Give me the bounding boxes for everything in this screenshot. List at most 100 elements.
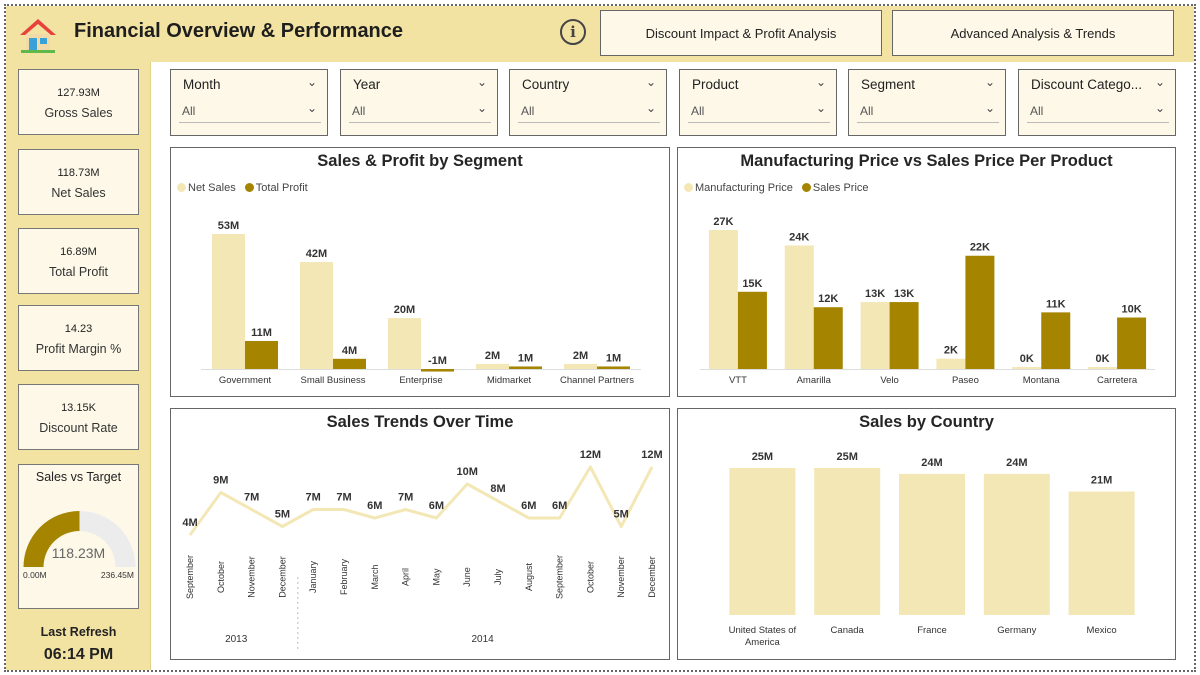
slicer-dropdown[interactable]: All ⌄ [179,99,321,123]
data-label: 7M [398,492,413,504]
bar-primary [1012,367,1042,369]
data-label: 42M [306,248,327,260]
category-label: Velo [880,375,899,386]
chevron-down-icon[interactable]: ⌄ [646,75,656,89]
chevron-down-icon[interactable]: ⌄ [307,75,317,89]
price-chart-panel: Manufacturing Price vs Sales Price Per P… [677,147,1176,397]
kpi-label: Profit Margin % [35,342,122,356]
slicer-dropdown[interactable]: All ⌄ [688,99,830,123]
data-label: 0K [1096,353,1110,365]
data-label: 4M [182,517,197,529]
segment-chart: 53M 11M Government 42M 4M Small Business 20M -1… [201,220,641,386]
kpi-value: 14.23 [64,323,93,335]
chevron-down-icon: ⌄ [984,101,995,115]
data-label: 5M [275,509,290,521]
month-label: November [616,556,626,598]
data-label: 6M [429,500,444,512]
bar-secondary [889,302,919,369]
slicer-selected: All [691,104,705,118]
data-label: 2M [485,350,500,362]
slicer-title: Year [353,77,381,92]
gauge-min: 0.00M [23,570,47,580]
trend-chart: 4M 9M 7M 5M 7M 7M 6M 7M 6M 10M 8M 6M 6M 12M 5M 12M Septe… [182,449,663,651]
country-bar [814,468,881,615]
bar-secondary [965,255,995,369]
data-label: 13K [894,288,914,300]
last-refresh-label: Last Refresh [40,625,117,639]
data-label: 10M [456,466,477,478]
data-label: -1M [428,355,447,367]
data-label: 7M [244,492,259,504]
data-label: 15K [742,278,762,290]
slicer-selected: All [352,104,366,118]
data-label: 7M [306,492,321,504]
category-label: Enterprise [399,375,442,386]
kpi-value: 16.89M [60,246,97,258]
data-label: 25M [752,451,773,463]
category-label: Channel Partners [560,375,634,386]
segment-chart-panel: Sales & Profit by Segment Net Sales Tota… [170,147,670,397]
info-icon[interactable]: i [560,19,586,45]
bar-primary [860,302,890,369]
discount-impact-button[interactable]: Discount Impact & Profit Analysis [600,10,882,56]
category-label: Small Business [301,375,366,386]
slicer-dropdown[interactable]: All ⌄ [1027,99,1169,123]
data-label: 0K [1020,353,1034,365]
category-label: Montana [1023,375,1061,386]
bar-secondary [813,307,843,369]
month-label: September [185,555,195,599]
header-bar: Financial Overview & Performance i Disco… [6,6,1194,62]
bar-primary [476,363,509,369]
slicer-title: Month [183,77,221,92]
bar-primary [388,318,421,369]
chevron-down-icon[interactable]: ⌄ [816,75,826,89]
data-label: 6M [367,500,382,512]
bar-secondary [421,369,454,372]
advanced-analysis-button[interactable]: Advanced Analysis & Trends [892,10,1174,56]
category-label: America [745,637,781,648]
data-label: 12K [818,293,838,305]
category-label: VTT [729,375,747,386]
kpi-label: Total Profit [48,265,109,279]
country-chart: 25M United States ofAmerica 25M Canada 24M Fr… [729,451,1135,648]
bar-secondary [509,366,542,369]
category-label: Government [219,375,272,386]
slicer-title: Segment [861,77,916,92]
slicer-year: Year ⌄ All ⌄ [340,69,498,136]
month-label: April [401,568,411,586]
month-label: November [247,556,257,598]
data-label: 11K [1046,298,1066,310]
bar-secondary [333,358,366,369]
last-refresh-time: 06:14 PM [43,646,114,663]
chevron-down-icon[interactable]: ⌄ [985,75,995,89]
slicer-dropdown[interactable]: All ⌄ [518,99,660,123]
gauge-value: 118.23M [51,545,106,561]
gauge-max: 236.45M [100,570,134,580]
house-icon[interactable] [18,15,58,55]
category-label: Paseo [952,375,979,386]
month-label: October [585,561,595,593]
data-label: 53M [218,220,239,232]
slicer-dropdown[interactable]: All ⌄ [349,99,491,123]
data-label: 8M [490,483,505,495]
year-label: 2013 [225,634,248,645]
bar-primary [300,262,333,369]
country-bar [729,468,796,615]
chevron-down-icon: ⌄ [1154,101,1165,115]
chevron-down-icon[interactable]: ⌄ [1155,75,1165,89]
data-label: 22K [970,242,990,254]
chevron-down-icon[interactable]: ⌄ [477,75,487,89]
data-label: 5M [614,509,629,521]
month-label: July [493,569,503,586]
data-label: 2M [573,350,588,362]
slicer-dropdown[interactable]: All ⌄ [857,99,999,123]
data-label: 1M [518,352,533,364]
bar-primary [564,363,597,369]
slicer-selected: All [860,104,874,118]
bar-primary [936,358,966,369]
month-label: December [647,556,657,598]
data-label: 9M [213,475,228,487]
price-chart: 27K 15K VTT 24K 12K Amarilla 13K 13K Velo 2K 22K Pa… [700,216,1155,386]
bar-primary [708,230,738,369]
slicer-selected: All [521,104,535,118]
